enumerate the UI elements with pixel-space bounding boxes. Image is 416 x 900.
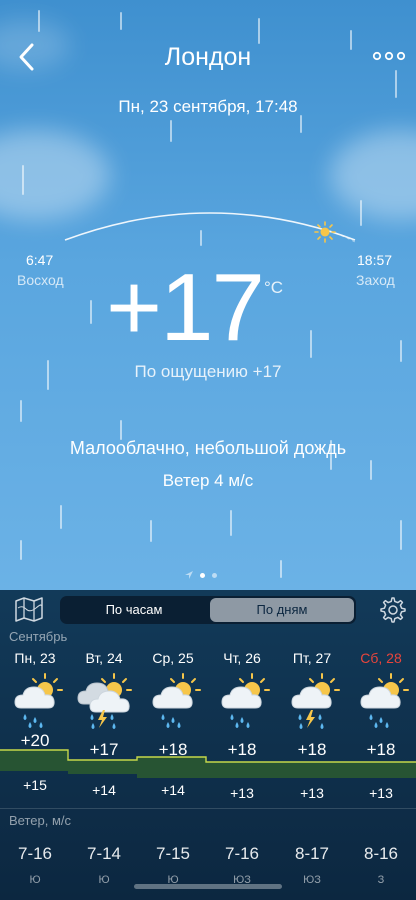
- tab-daily[interactable]: По дням: [210, 598, 354, 622]
- forecast-low-temp: +13: [369, 785, 393, 801]
- rain-drop: [280, 560, 282, 578]
- current-wind: Ветер 4 м/с: [162, 471, 254, 490]
- sunrise-label: Восход: [17, 272, 64, 288]
- forecast-day-label[interactable]: Чт, 26: [207, 650, 277, 666]
- forecast-low-temp: +13: [300, 785, 324, 801]
- forecast-high-temp: +18: [158, 740, 188, 759]
- forecast-wind-direction: Ю: [98, 874, 110, 886]
- forecast-wind-range: 7-15: [155, 844, 191, 863]
- rain-drop: [300, 115, 302, 133]
- current-temperature: +17: [106, 254, 265, 361]
- weather-condition: Малооблачно, небольшой дождь: [69, 438, 347, 458]
- rain-drop: [400, 520, 402, 550]
- cloud-thunder-rain-icon: [74, 670, 144, 729]
- sunrise-time: 6:47: [26, 252, 54, 268]
- sun-cloud-thunder-rain-icon: [282, 670, 352, 729]
- feels-like: По ощущению +17: [134, 362, 282, 381]
- map-icon: [15, 597, 43, 622]
- forecast-wind-range: 7-14: [86, 844, 122, 863]
- forecast-high-temp: +18: [366, 740, 396, 759]
- sun-cloud-rain-icon: [5, 670, 75, 728]
- settings-button[interactable]: [378, 596, 406, 624]
- sun-position-icon: [314, 221, 336, 243]
- forecast-day-label[interactable]: Пт, 27: [277, 650, 347, 666]
- forecast-high-temp: +18: [227, 740, 257, 759]
- rain-drop: [258, 18, 260, 44]
- rain-drop: [20, 540, 22, 560]
- forecast-low-temp: +13: [230, 785, 254, 801]
- sun-cloud-rain-icon: [212, 670, 282, 728]
- page-indicator[interactable]: [184, 570, 244, 582]
- forecast-wind-range: 7-16: [17, 844, 53, 863]
- forecast-day-label[interactable]: Пн, 23: [0, 650, 70, 666]
- forecast-high-temp: +18: [297, 740, 327, 759]
- forecast-day-label[interactable]: Вт, 24: [69, 650, 139, 666]
- rain-drop: [230, 510, 232, 536]
- rain-drop: [395, 70, 397, 98]
- rain-drop: [360, 200, 362, 226]
- sunset-time: 18:57: [357, 252, 393, 268]
- forecast-day-label[interactable]: Сб, 28: [346, 650, 416, 666]
- rain-drop: [120, 12, 122, 30]
- forecast-day-label[interactable]: Ср, 25: [138, 650, 208, 666]
- forecast-wind-direction: ЮЗ: [303, 874, 321, 886]
- rain-drop: [20, 400, 22, 422]
- month-label: Сентябрь: [9, 629, 68, 644]
- forecast-wind-direction: З: [377, 874, 385, 886]
- more-options-button[interactable]: [372, 48, 406, 64]
- map-button[interactable]: [14, 596, 44, 622]
- forecast-wind-direction: Ю: [29, 874, 41, 886]
- date-time: Пн, 23 сентября, 17:48: [118, 97, 298, 116]
- forecast-wind-range: 8-17: [294, 844, 330, 863]
- rain-drop: [150, 520, 152, 542]
- rain-drop: [38, 10, 40, 32]
- rain-drop: [400, 340, 402, 362]
- tab-hourly[interactable]: По часам: [62, 598, 206, 622]
- forecast-wind-range: 7-16: [224, 844, 260, 863]
- home-indicator: [134, 884, 282, 889]
- forecast-high-temp: +20: [20, 731, 50, 750]
- forecast-high-temp: +17: [89, 740, 119, 759]
- temperature-unit: °C: [264, 278, 284, 297]
- gear-icon: [380, 597, 406, 623]
- sun-cloud-rain-icon: [351, 670, 416, 728]
- rain-drop: [120, 420, 122, 440]
- rain-drop: [90, 300, 92, 324]
- wind-section-title: Ветер, м/с: [9, 813, 72, 828]
- section-divider: [0, 808, 416, 809]
- rain-drop: [310, 330, 312, 358]
- more-dots-icon: [372, 51, 406, 61]
- page-dot: [212, 573, 217, 578]
- city-title: Лондон: [164, 43, 252, 71]
- rain-drop: [60, 505, 62, 529]
- view-segmented-control: По часам По дням: [60, 596, 356, 624]
- sunset-label: Заход: [356, 272, 395, 288]
- forecast-low-temp: +14: [161, 782, 185, 798]
- page-dot-active: [200, 573, 205, 578]
- forecast-low-temp: +14: [92, 782, 116, 798]
- sun-cloud-rain-icon: [143, 670, 213, 728]
- forecast-wind-range: 8-16: [363, 844, 399, 863]
- rain-drop: [170, 120, 172, 142]
- rain-drop: [22, 165, 24, 195]
- forecast-low-temp: +15: [23, 777, 47, 793]
- location-arrow-icon: [185, 571, 193, 579]
